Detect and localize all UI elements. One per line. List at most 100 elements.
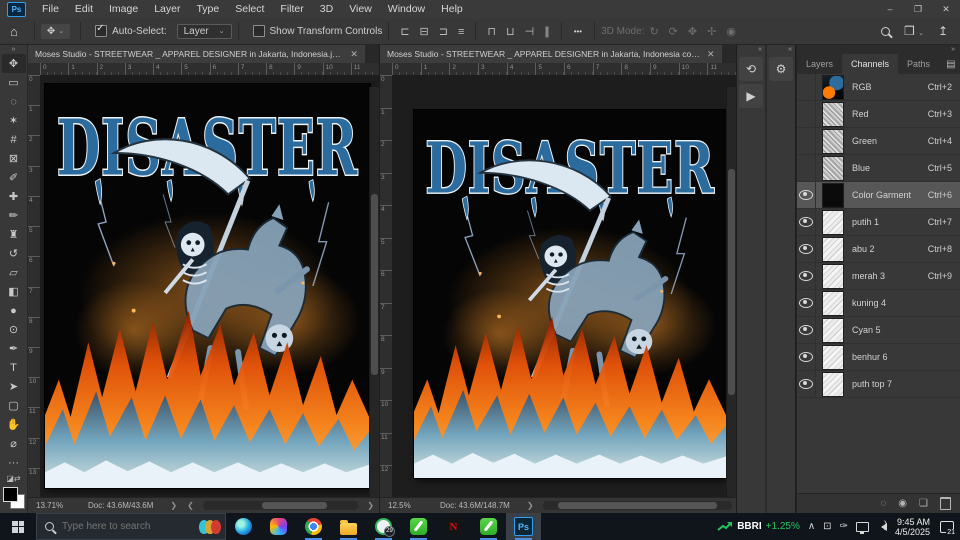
- channel-row[interactable]: kuning 4: [797, 290, 960, 317]
- scroll-thumb[interactable]: [557, 502, 717, 509]
- visibility-toggle[interactable]: [797, 74, 816, 100]
- search-easter-eggs-image[interactable]: [199, 519, 221, 534]
- foreground-color-swatch[interactable]: [2, 487, 18, 502]
- share-icon[interactable]: ↥: [938, 24, 948, 38]
- channel-row[interactable]: Blue Ctrl+5: [797, 155, 960, 182]
- align-center-icon[interactable]: ≡: [453, 26, 469, 38]
- scroll-thumb[interactable]: [371, 193, 378, 375]
- scroll-right-icon[interactable]: ❯: [362, 501, 379, 510]
- notification-center-icon[interactable]: 21: [940, 520, 956, 536]
- microsoft-365-icon[interactable]: [261, 513, 296, 540]
- load-selection-icon[interactable]: ◌: [880, 498, 886, 509]
- canvas-area-2[interactable]: 0 1 2 3 4 5 6 7 8 9 10 11 0 1 2 3 4 5 6 7 8 9 10 11 12: [380, 63, 736, 498]
- zoom-tool[interactable]: ⌀: [2, 434, 26, 453]
- frame-tool[interactable]: ⊠: [2, 149, 26, 168]
- menu-view[interactable]: View: [341, 0, 380, 18]
- collapse-panel-icon[interactable]: »: [797, 45, 960, 54]
- expand-panels-icon[interactable]: «: [758, 45, 765, 54]
- gradient-tool[interactable]: ◧: [2, 282, 26, 301]
- auto-select-layer-dropdown[interactable]: Layer ⌄: [176, 23, 232, 39]
- align-right-icon[interactable]: ⊐: [434, 26, 453, 38]
- horizontal-scrollbar[interactable]: [202, 501, 359, 510]
- taskbar-clock[interactable]: 9:45 AM 4/5/2025: [895, 517, 930, 537]
- channel-row[interactable]: Red Ctrl+3: [797, 101, 960, 128]
- healing-brush-tool[interactable]: ✚: [2, 187, 26, 206]
- history-brush-tool[interactable]: ↺: [2, 244, 26, 263]
- channel-row[interactable]: Cyan 5: [797, 317, 960, 344]
- netflix-icon[interactable]: N: [436, 513, 471, 540]
- shape-tool[interactable]: ▢: [2, 396, 26, 415]
- visibility-toggle[interactable]: [797, 155, 816, 181]
- workspace-switcher-icon[interactable]: ❒ ⌄: [904, 24, 924, 38]
- distribute-icon[interactable]: ∥: [539, 26, 555, 38]
- taskbar-search[interactable]: [36, 513, 226, 540]
- visibility-toggle[interactable]: [797, 371, 816, 397]
- menu-window[interactable]: Window: [380, 0, 433, 18]
- panel-tab[interactable]: Channels: [842, 54, 899, 74]
- menu-select[interactable]: Select: [227, 0, 272, 18]
- search-input[interactable]: [60, 520, 169, 533]
- menu-layer[interactable]: Layer: [146, 0, 188, 18]
- marquee-tool[interactable]: ▭: [2, 73, 26, 92]
- scroll-left-icon[interactable]: ❮: [182, 501, 199, 510]
- hand-tool[interactable]: ✋: [2, 415, 26, 434]
- panel-menu-icon[interactable]: ▤: [939, 54, 960, 74]
- menu-help[interactable]: Help: [433, 0, 471, 18]
- file-explorer-icon[interactable]: [331, 513, 366, 540]
- close-tab-icon[interactable]: ✕: [707, 49, 715, 60]
- more-options-button[interactable]: •••: [568, 27, 588, 36]
- menu-edit[interactable]: Edit: [67, 0, 101, 18]
- menu-image[interactable]: Image: [101, 0, 146, 18]
- channel-row[interactable]: abu 2 Ctrl+8: [797, 236, 960, 263]
- document-tab-1[interactable]: Moses Studio - STREETWEAR _ APPAREL DESI…: [28, 45, 365, 63]
- brush-tool[interactable]: ✏: [2, 206, 26, 225]
- lasso-tool[interactable]: ◌: [2, 92, 26, 111]
- visibility-toggle[interactable]: [797, 182, 816, 208]
- auto-select-checkbox[interactable]: [95, 23, 108, 37]
- minimize-button[interactable]: –: [876, 0, 904, 18]
- save-selection-icon[interactable]: ◉: [898, 498, 907, 509]
- default-colors-icon[interactable]: ◪⇄: [6, 474, 20, 483]
- close-button[interactable]: ✕: [932, 0, 960, 18]
- history-panel-icon[interactable]: ⟲: [739, 57, 763, 81]
- blur-tool[interactable]: ●: [2, 301, 26, 320]
- crop-tool[interactable]: #: [2, 130, 26, 149]
- visibility-toggle[interactable]: [797, 317, 816, 343]
- status-arrow-icon[interactable]: ❯: [522, 501, 539, 510]
- visibility-toggle[interactable]: [797, 290, 816, 316]
- pen-tool[interactable]: ✒: [2, 339, 26, 358]
- visibility-toggle[interactable]: [797, 128, 816, 154]
- tray-pen-icon[interactable]: ✑: [840, 521, 848, 532]
- scroll-thumb[interactable]: [261, 502, 328, 509]
- visibility-toggle[interactable]: [797, 209, 816, 235]
- tray-app-icon[interactable]: ⊡: [823, 521, 831, 532]
- menu-type[interactable]: Type: [188, 0, 227, 18]
- hidden-icons-chevron[interactable]: ∧: [808, 521, 815, 532]
- channel-row[interactable]: merah 3 Ctrl+9: [797, 263, 960, 290]
- type-tool[interactable]: T: [2, 358, 26, 377]
- align-center-h-icon[interactable]: ⊟: [415, 26, 434, 38]
- canvas-area-1[interactable]: 0 1 2 3 4 5 6 7 8 9 10 11 0 1 2 3 4 5 6 7 8 9 10 11 12 13: [28, 63, 379, 498]
- clone-stamp-tool[interactable]: ♜: [2, 225, 26, 244]
- align-bottom-icon[interactable]: ⊣: [520, 26, 540, 38]
- green-app-icon[interactable]: [401, 513, 436, 540]
- channel-row[interactable]: RGB Ctrl+2: [797, 74, 960, 101]
- path-selection-tool[interactable]: ➤: [2, 377, 26, 396]
- document-tab-2[interactable]: Moses Studio - STREETWEAR _ APPAREL DESI…: [380, 45, 722, 63]
- screen-recorder-icon[interactable]: 29: [366, 513, 401, 540]
- photoshop-icon[interactable]: Ps: [506, 513, 541, 540]
- panel-tab[interactable]: Layers: [797, 54, 842, 74]
- channel-row[interactable]: Color Garment Ctrl+6: [797, 182, 960, 209]
- network-display-icon[interactable]: [855, 521, 869, 534]
- panel-tab[interactable]: Paths: [898, 54, 939, 74]
- eraser-tool[interactable]: ▱: [2, 263, 26, 282]
- menu-3d[interactable]: 3D: [312, 0, 341, 18]
- channel-row[interactable]: puth top 7: [797, 371, 960, 398]
- green-app-2-icon[interactable]: [471, 513, 506, 540]
- menu-filter[interactable]: Filter: [272, 0, 311, 18]
- actions-panel-icon[interactable]: ▶: [739, 84, 763, 108]
- artwork-canvas-2[interactable]: [414, 110, 726, 478]
- channel-row[interactable]: putih 1 Ctrl+7: [797, 209, 960, 236]
- align-middle-icon[interactable]: ⊔: [501, 26, 520, 38]
- start-button[interactable]: [0, 513, 36, 540]
